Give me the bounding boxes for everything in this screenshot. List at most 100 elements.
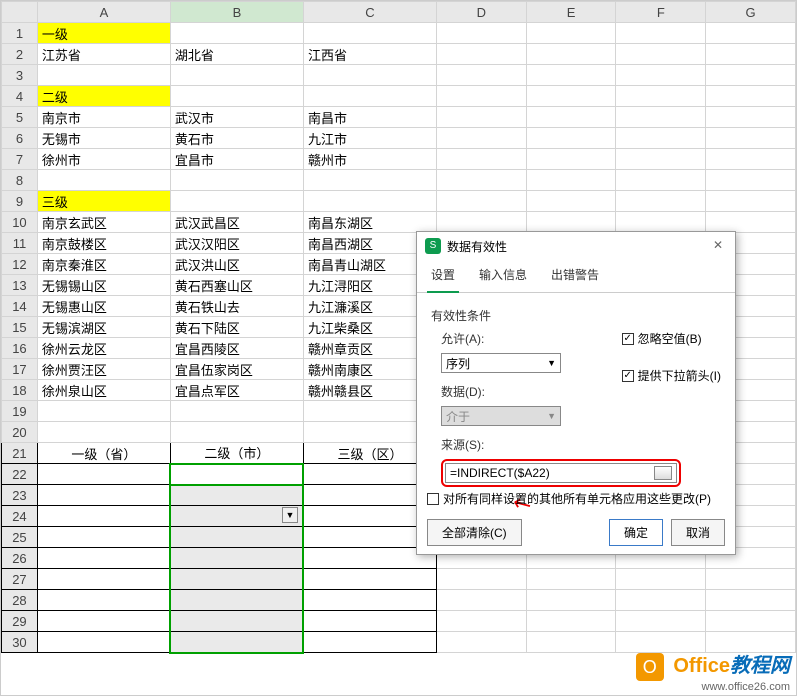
- cell[interactable]: [526, 632, 616, 653]
- cell[interactable]: [616, 86, 706, 107]
- row-header[interactable]: 1: [2, 23, 38, 44]
- row-header[interactable]: 7: [2, 149, 38, 170]
- cell[interactable]: [436, 23, 526, 44]
- cell[interactable]: 三级: [37, 191, 170, 212]
- cell[interactable]: [170, 590, 303, 611]
- cell[interactable]: 江苏省: [37, 44, 170, 65]
- tab-input-message[interactable]: 输入信息: [475, 260, 531, 292]
- cell[interactable]: [616, 128, 706, 149]
- cell[interactable]: [616, 23, 706, 44]
- cell[interactable]: [37, 422, 170, 443]
- row-header[interactable]: 18: [2, 380, 38, 401]
- cell[interactable]: [706, 44, 796, 65]
- cell[interactable]: [37, 527, 170, 548]
- cell[interactable]: 黄石下陆区: [170, 317, 303, 338]
- cell[interactable]: [706, 128, 796, 149]
- cell[interactable]: [303, 632, 436, 653]
- row-header[interactable]: 30: [2, 632, 38, 653]
- cell[interactable]: [170, 611, 303, 632]
- cell[interactable]: [37, 485, 170, 506]
- cell[interactable]: [37, 464, 170, 485]
- row-header[interactable]: 10: [2, 212, 38, 233]
- dropdown-arrow-icon[interactable]: ▼: [282, 507, 298, 523]
- cell[interactable]: [526, 128, 616, 149]
- row-header[interactable]: 15: [2, 317, 38, 338]
- cell[interactable]: [170, 65, 303, 86]
- row-header[interactable]: 19: [2, 401, 38, 422]
- cell[interactable]: 无锡锡山区: [37, 275, 170, 296]
- cell[interactable]: [616, 149, 706, 170]
- row-header[interactable]: 6: [2, 128, 38, 149]
- clear-all-button[interactable]: 全部清除(C): [427, 519, 522, 546]
- cell[interactable]: [303, 611, 436, 632]
- cell[interactable]: [436, 191, 526, 212]
- col-header-A[interactable]: A: [37, 2, 170, 23]
- cell[interactable]: [303, 86, 436, 107]
- cell[interactable]: [170, 170, 303, 191]
- cell[interactable]: [436, 65, 526, 86]
- cell[interactable]: [37, 611, 170, 632]
- col-header-B[interactable]: B: [170, 2, 303, 23]
- col-header-D[interactable]: D: [436, 2, 526, 23]
- cell[interactable]: [170, 527, 303, 548]
- col-header-G[interactable]: G: [706, 2, 796, 23]
- cell[interactable]: [706, 569, 796, 590]
- cell[interactable]: 湖北省: [170, 44, 303, 65]
- cell[interactable]: [303, 590, 436, 611]
- cell[interactable]: 无锡市: [37, 128, 170, 149]
- cell[interactable]: [37, 65, 170, 86]
- cell[interactable]: [616, 65, 706, 86]
- cell[interactable]: [436, 149, 526, 170]
- row-header[interactable]: 16: [2, 338, 38, 359]
- cell[interactable]: [616, 44, 706, 65]
- cell[interactable]: [303, 65, 436, 86]
- tab-settings[interactable]: 设置: [427, 260, 459, 293]
- cell[interactable]: [526, 212, 616, 233]
- cell[interactable]: [37, 170, 170, 191]
- row-header[interactable]: 28: [2, 590, 38, 611]
- cell[interactable]: [170, 86, 303, 107]
- cell[interactable]: 黄石市: [170, 128, 303, 149]
- cell[interactable]: 宜昌伍家岗区: [170, 359, 303, 380]
- cell[interactable]: [616, 212, 706, 233]
- cell[interactable]: [170, 485, 303, 506]
- cell[interactable]: [526, 569, 616, 590]
- cell[interactable]: [616, 569, 706, 590]
- cell[interactable]: 一级（省）: [37, 443, 170, 464]
- cell[interactable]: 九江市: [303, 128, 436, 149]
- tab-error-alert[interactable]: 出错警告: [547, 260, 603, 292]
- col-header-C[interactable]: C: [303, 2, 436, 23]
- cell[interactable]: [37, 506, 170, 527]
- cell[interactable]: [526, 149, 616, 170]
- cell[interactable]: [436, 632, 526, 653]
- cell[interactable]: 武汉市: [170, 107, 303, 128]
- row-header[interactable]: 5: [2, 107, 38, 128]
- cell[interactable]: [436, 128, 526, 149]
- cell[interactable]: 南京市: [37, 107, 170, 128]
- ok-button[interactable]: 确定: [609, 519, 663, 546]
- cell[interactable]: [37, 590, 170, 611]
- cell[interactable]: [706, 611, 796, 632]
- cell[interactable]: [303, 191, 436, 212]
- cell[interactable]: [526, 107, 616, 128]
- cell[interactable]: [170, 401, 303, 422]
- cell[interactable]: 一级: [37, 23, 170, 44]
- row-header[interactable]: 3: [2, 65, 38, 86]
- row-header[interactable]: 27: [2, 569, 38, 590]
- cell[interactable]: 宜昌点军区: [170, 380, 303, 401]
- cell[interactable]: 南昌市: [303, 107, 436, 128]
- row-header[interactable]: 21: [2, 443, 38, 464]
- cell[interactable]: [436, 611, 526, 632]
- allow-dropdown[interactable]: 序列 ▼: [441, 353, 561, 373]
- corner-cell[interactable]: [2, 2, 38, 23]
- cell[interactable]: [616, 107, 706, 128]
- cell[interactable]: [616, 170, 706, 191]
- col-header-E[interactable]: E: [526, 2, 616, 23]
- row-header[interactable]: 11: [2, 233, 38, 254]
- row-header[interactable]: 12: [2, 254, 38, 275]
- cell[interactable]: [436, 44, 526, 65]
- cell[interactable]: 赣州市: [303, 149, 436, 170]
- cell[interactable]: [706, 65, 796, 86]
- range-select-icon[interactable]: [654, 466, 672, 480]
- cell[interactable]: [436, 107, 526, 128]
